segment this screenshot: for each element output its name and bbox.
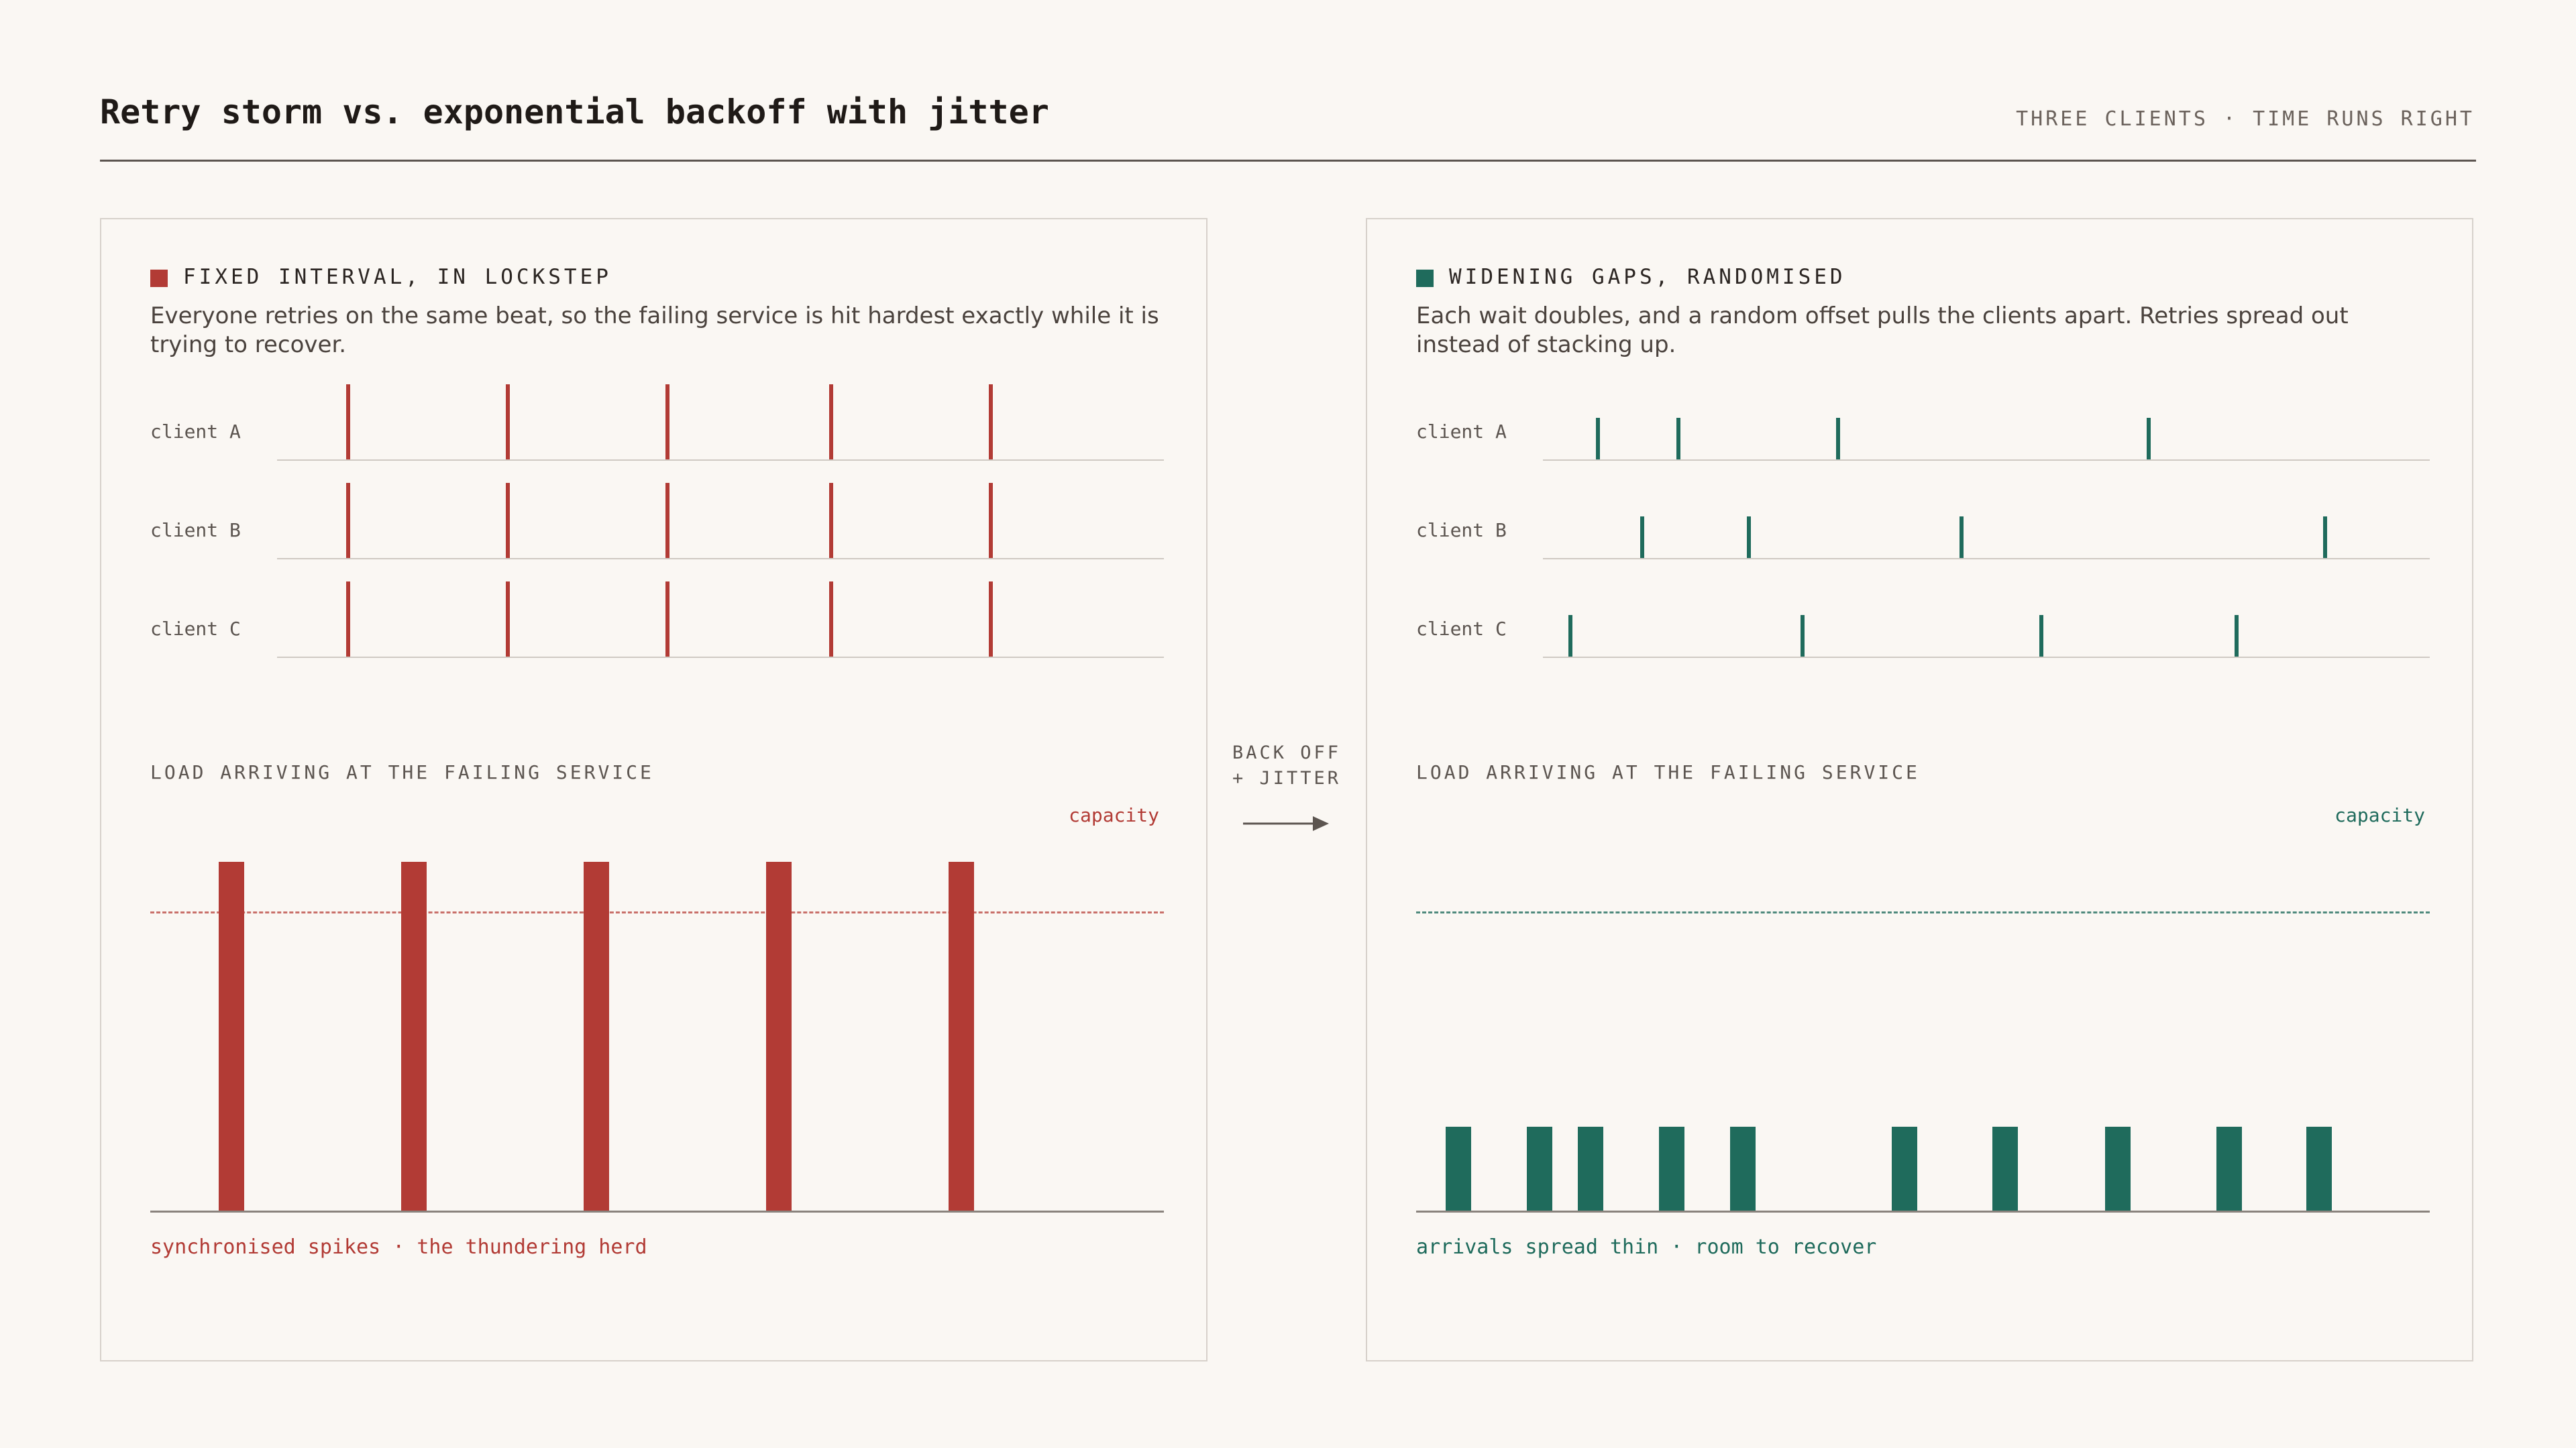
panel-title: WIDENING GAPS, RANDOMISED [1449, 265, 1846, 289]
retry-tick [665, 581, 669, 657]
transition-label: BACK OFF + JITTER [1225, 740, 1348, 791]
retry-tick [665, 384, 669, 459]
fixed-interval-panel: FIXED INTERVAL, IN LOCKSTEP Everyone ret… [100, 218, 1208, 1361]
page-title: Retry storm vs. exponential backoff with… [100, 93, 1049, 131]
header-divider [100, 160, 2476, 162]
retry-tick [829, 581, 834, 657]
retry-tick [1676, 418, 1681, 459]
retry-tick [2323, 516, 2327, 558]
retry-tick [1746, 516, 1751, 558]
retry-tick [345, 483, 350, 558]
client-timeline [1543, 459, 2430, 461]
capacity-line [150, 911, 1164, 913]
load-bar [2306, 1127, 2332, 1211]
load-bar [1527, 1127, 1553, 1211]
panel-title: FIXED INTERVAL, IN LOCKSTEP [183, 265, 612, 289]
retry-tick [505, 483, 510, 558]
load-bar [1658, 1127, 1684, 1211]
retry-tick [989, 483, 994, 558]
retry-tick [989, 384, 994, 459]
capacity-line [1416, 911, 2430, 913]
page-subtitle: THREE CLIENTS · TIME RUNS RIGHT [2016, 107, 2475, 131]
retry-tick [345, 384, 350, 459]
jitter-legend-swatch [1416, 270, 1434, 287]
transition-line: + JITTER [1232, 768, 1342, 789]
capacity-label: capacity [2334, 804, 2425, 826]
retry-tick [1801, 615, 1805, 657]
load-bar [1729, 1127, 1756, 1211]
retry-tick [829, 384, 834, 459]
arrow-right-icon [1243, 816, 1329, 831]
client-timeline [277, 558, 1164, 559]
load-bar [1892, 1127, 1918, 1211]
client-label: client A [150, 421, 241, 443]
retry-tick [1836, 418, 1841, 459]
panel-caption: synchronised spikes · the thundering her… [150, 1235, 647, 1259]
load-bar [948, 862, 974, 1211]
retry-tick [505, 581, 510, 657]
client-timeline [1543, 558, 2430, 559]
retry-tick [1640, 516, 1645, 558]
load-bar [765, 862, 792, 1211]
load-bar [400, 862, 427, 1211]
retry-tick [1568, 615, 1572, 657]
load-bar [2104, 1127, 2131, 1211]
panel-description: Everyone retries on the same beat, so th… [150, 302, 1159, 358]
load-axis [1416, 1211, 2430, 1213]
panel-caption: arrivals spread thin · room to recover [1416, 1235, 1877, 1259]
client-label: client C [1416, 618, 1507, 640]
client-label: client B [1416, 519, 1507, 541]
client-timeline [277, 657, 1164, 658]
retry-tick [989, 581, 994, 657]
load-section-label: LOAD ARRIVING AT THE FAILING SERVICE [1416, 761, 1920, 783]
client-timeline [1543, 657, 2430, 658]
retry-tick [1959, 516, 1964, 558]
fixed-legend-swatch [150, 270, 168, 287]
retry-tick [2146, 418, 2151, 459]
retry-tick [665, 483, 669, 558]
load-axis [150, 1211, 1164, 1213]
jitter-panel: WIDENING GAPS, RANDOMISED Each wait doub… [1366, 218, 2473, 1361]
capacity-label: capacity [1069, 804, 1159, 826]
retry-tick [2234, 615, 2239, 657]
transition-line: BACK OFF [1232, 742, 1342, 763]
panel-description: Each wait doubles, and a random offset p… [1416, 302, 2349, 358]
retry-tick [345, 581, 350, 657]
client-timeline [277, 459, 1164, 461]
retry-tick [829, 483, 834, 558]
load-bar [1992, 1127, 2018, 1211]
retry-tick [2039, 615, 2043, 657]
load-bar [583, 862, 609, 1211]
load-bar [1446, 1127, 1472, 1211]
load-bar [1577, 1127, 1603, 1211]
client-label: client A [1416, 421, 1507, 443]
load-bar [218, 862, 244, 1211]
load-section-label: LOAD ARRIVING AT THE FAILING SERVICE [150, 761, 654, 783]
load-bar [2216, 1127, 2242, 1211]
client-label: client C [150, 618, 241, 640]
retry-tick [505, 384, 510, 459]
retry-tick [1595, 418, 1600, 459]
client-label: client B [150, 519, 241, 541]
